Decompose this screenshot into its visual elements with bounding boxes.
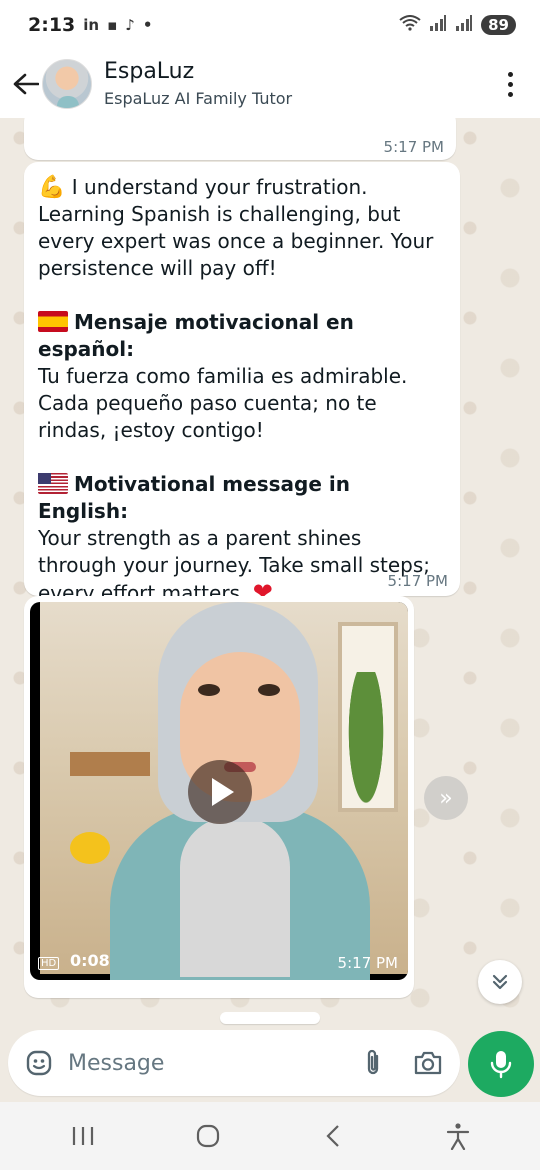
microphone-button[interactable] [468, 1031, 534, 1097]
status-time: 2:13 [28, 14, 76, 36]
home-button[interactable] [178, 1114, 238, 1158]
message-time: 5:17 PM [387, 572, 448, 590]
forward-button[interactable]: » [424, 776, 468, 820]
chat-area[interactable]: 5:17 PM 💪 I understand your frustration.… [0, 118, 540, 1030]
contact-name: EspaLuz [104, 59, 195, 84]
shirt-shape [180, 817, 290, 977]
hd-badge: HD [38, 957, 60, 970]
dot [507, 81, 513, 87]
chevron-left-icon [325, 1125, 339, 1147]
message-bubble-partial [220, 1012, 320, 1024]
shelf-shape [70, 752, 150, 776]
message-intro: 💪 I understand your frustration. Learnin… [38, 174, 446, 282]
forward-icon: » [439, 785, 453, 811]
home-icon [196, 1124, 219, 1148]
accessibility-icon [446, 1123, 469, 1150]
avatar[interactable] [42, 59, 92, 109]
linkedin-icon: in [83, 16, 100, 34]
more-options-button[interactable] [498, 64, 522, 104]
intro-line-1: I understand your frustration. [71, 175, 368, 199]
eye-shape [258, 684, 280, 696]
status-dot: • [142, 16, 153, 34]
play-button[interactable] [188, 760, 252, 824]
message-english: Motivational message in English: Your st… [38, 471, 446, 607]
message-time: 5:17 PM [337, 954, 398, 972]
camera-icon[interactable] [412, 1048, 444, 1078]
message-time: 5:17 PM [383, 138, 444, 156]
video-duration: 0:08 [70, 951, 110, 970]
signal-icon-2 [455, 15, 473, 35]
plant-shape [344, 672, 388, 822]
english-body: Your strength as a parent shines through… [38, 526, 431, 605]
back-nav-button[interactable] [303, 1114, 363, 1158]
message-icon: ▪ [107, 16, 118, 34]
sticker-icon[interactable] [24, 1048, 54, 1078]
microphone-icon [490, 1051, 512, 1079]
wifi-icon [399, 15, 421, 35]
status-right: 89 [399, 15, 516, 35]
message-bubble[interactable]: 💪 I understand your frustration. Learnin… [24, 162, 460, 606]
tiktok-icon: ♪ [125, 16, 135, 34]
message-input[interactable] [68, 1050, 318, 1076]
contact-subtitle: EspaLuz AI Family Tutor [104, 89, 293, 108]
system-nav-bar [0, 1102, 540, 1170]
contact-info[interactable]: EspaLuz EspaLuz AI Family Tutor [104, 58, 292, 110]
signal-icon [429, 15, 447, 35]
battery-badge: 89 [481, 15, 516, 35]
paperclip-icon[interactable] [358, 1046, 388, 1080]
recent-apps-icon [72, 1127, 93, 1145]
dot [507, 91, 513, 97]
english-heading: Motivational message in English: [38, 472, 350, 523]
accessibility-button[interactable] [428, 1114, 488, 1158]
chat-header: EspaLuz EspaLuz AI Family Tutor [0, 50, 540, 118]
video-frame[interactable]: HD 0:08 5:17 PM [30, 602, 408, 980]
status-left: 2:13 in ▪ ♪ • [28, 14, 152, 36]
message-spanish: Mensaje motivacional en español: Tu fuer… [38, 309, 446, 444]
scroll-to-bottom-button[interactable] [478, 960, 522, 1004]
video-message-bubble[interactable]: HD 0:08 5:17 PM [24, 596, 414, 998]
dot [507, 71, 513, 77]
lemon-shape [70, 832, 110, 864]
us-flag-icon [38, 473, 68, 494]
recent-apps-button[interactable] [53, 1114, 113, 1158]
double-chevron-down-icon [492, 974, 508, 990]
eye-shape [198, 684, 220, 696]
spanish-body: Tu fuerza como familia es admirable. Cad… [38, 364, 408, 442]
spain-flag-icon [38, 311, 68, 332]
spanish-heading: Mensaje motivacional en español: [38, 310, 354, 361]
arrow-left-icon [13, 73, 39, 95]
status-bar: 2:13 in ▪ ♪ • 89 [0, 0, 540, 50]
flexed-biceps-icon: 💪 [38, 175, 66, 200]
intro-rest: Learning Spanish is challenging, but eve… [38, 202, 434, 280]
message-composer [8, 1030, 460, 1096]
message-bubble[interactable]: 5:17 PM [24, 118, 456, 160]
